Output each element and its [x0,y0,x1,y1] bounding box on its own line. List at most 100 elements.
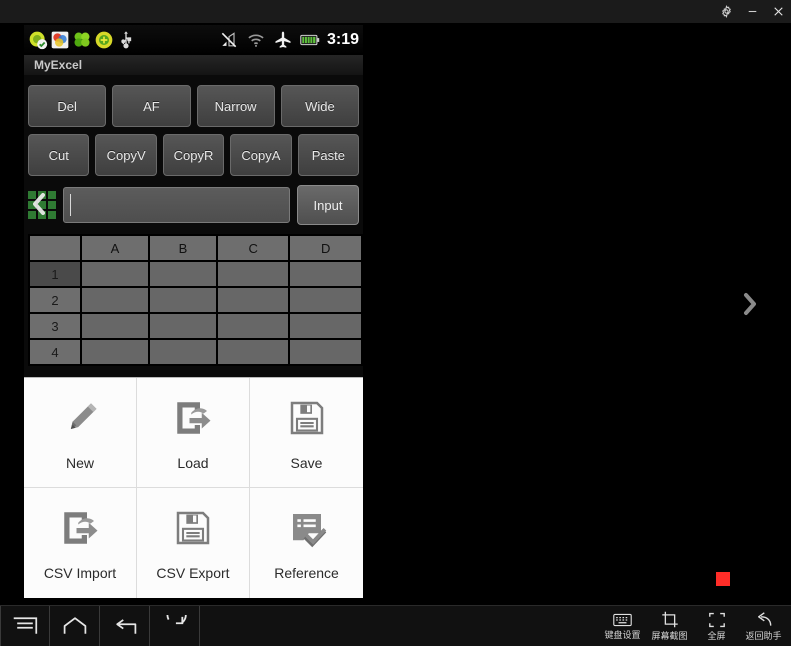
cell-b3[interactable] [147,312,218,340]
recording-indicator [716,572,730,586]
row-header-4[interactable]: 4 [28,338,82,366]
app-sync-icon [29,31,48,50]
cell-d3[interactable] [288,312,363,340]
settings-button[interactable] [713,0,739,23]
screenshot-button[interactable]: 屏幕截图 [646,606,693,646]
usb-icon [121,31,132,49]
cell-c3[interactable] [215,312,291,340]
copya-button[interactable]: CopyA [230,134,292,176]
table-row: 1 [28,260,363,288]
menu-item-label: CSV Import [43,565,117,581]
tool-label: 屏幕截图 [651,631,688,641]
cell-d1[interactable] [288,260,363,288]
toolbar-row-2: Cut CopyV CopyR CopyA Paste [24,134,363,176]
menu-item-csv-import[interactable]: CSV Import [24,488,137,598]
toolbar-row-1: Del AF Narrow Wide [24,85,363,127]
column-header-d[interactable]: D [288,234,363,262]
pencil-icon [58,395,102,441]
menu-item-reference[interactable]: Reference [250,488,363,598]
cell-input-field[interactable] [63,187,290,223]
cell-b1[interactable] [147,260,218,288]
app-body: Del AF Narrow Wide Cut CopyV CopyR CopyA… [24,75,363,598]
back-icon[interactable] [100,605,150,646]
app-title: MyExcel [24,55,363,75]
checklist-icon [286,505,328,551]
navigation-bar: 键盘设置 屏幕截图 全屏 返回助手 [0,605,791,646]
airplane-mode-icon [275,31,291,48]
row-header-1[interactable]: 1 [28,260,82,288]
menu-item-label: New [65,454,94,471]
row-header-2[interactable]: 2 [28,286,82,314]
app-plus-icon [95,31,113,49]
cell-d2[interactable] [288,286,363,314]
narrow-button[interactable]: Narrow [196,85,275,127]
emulator-tools: 键盘设置 屏幕截图 全屏 返回助手 [599,606,787,646]
column-header-a[interactable]: A [80,234,150,262]
cell-a1[interactable] [80,260,150,288]
table-row: 4 [28,338,363,366]
menu-item-label: Save [290,454,323,471]
status-bar: 3:19 [24,25,363,55]
column-header-c[interactable]: C [215,234,291,262]
menu-item-label: CSV Export [156,565,230,581]
tool-label: 全屏 [707,630,726,641]
return-assistant-button[interactable]: 返回助手 [740,606,787,646]
notification-icons [24,30,136,50]
cell-c4[interactable] [215,338,291,366]
device-screen: 3:19 MyExcel Del AF Narrow Wide Cut Copy… [24,25,363,598]
import-icon [59,505,101,551]
del-button[interactable]: Del [28,85,107,127]
cell-a3[interactable] [80,312,150,340]
cell-d4[interactable] [288,338,363,366]
no-signal-icon [221,32,237,48]
tool-label: 键盘设置 [604,629,641,640]
menu-item-save[interactable]: Save [250,378,363,488]
paste-button[interactable]: Paste [297,134,360,176]
row-header-3[interactable]: 3 [28,312,82,340]
sheet-corner[interactable] [28,234,82,262]
copyr-button[interactable]: CopyR [162,134,225,176]
input-button[interactable]: Input [297,185,359,225]
copyv-button[interactable]: CopyV [95,134,157,176]
import-icon [172,395,214,441]
window-title-bar [0,0,791,23]
clover-icon [74,32,90,47]
column-header-b[interactable]: B [147,234,218,262]
system-status-icons: 3:19 [219,25,359,55]
cell-a4[interactable] [80,338,150,366]
formula-bar: Input [24,183,363,227]
cell-c1[interactable] [215,260,291,288]
cell-b4[interactable] [147,338,218,366]
table-row: 3 [28,312,363,340]
column-header-row: A B C D [28,234,363,262]
cut-button[interactable]: Cut [28,134,90,176]
tool-label: 返回助手 [745,630,782,641]
spreadsheet[interactable]: A B C D 1 2 3 4 [28,234,363,366]
minimize-button[interactable] [739,0,765,23]
text-caret [70,194,71,216]
menu-item-load[interactable]: Load [137,378,250,488]
af-button[interactable]: AF [112,85,191,127]
gallery-icon [51,31,69,49]
menu-icon[interactable] [0,605,50,646]
fullscreen-button[interactable]: 全屏 [693,606,740,646]
close-button[interactable] [765,0,791,23]
floppy-disk-icon [173,505,213,551]
cell-b2[interactable] [147,286,218,314]
menu-item-label: Load [177,454,209,471]
home-icon[interactable] [50,605,100,646]
status-clock: 3:19 [326,31,359,48]
emulator-window: 3:19 MyExcel Del AF Narrow Wide Cut Copy… [0,0,791,646]
chevron-left-icon[interactable] [29,190,49,223]
options-menu: New Load Save CSV Import CSV Export Refe… [24,377,363,598]
wide-button[interactable]: Wide [280,85,359,127]
rotate-icon[interactable] [150,605,200,646]
system-nav-buttons [0,605,200,646]
chevron-right-icon[interactable] [740,290,760,323]
menu-item-csv-export[interactable]: CSV Export [137,488,250,598]
cell-a2[interactable] [80,286,150,314]
cell-c2[interactable] [215,286,291,314]
keyboard-settings-button[interactable]: 键盘设置 [599,606,646,646]
wifi-icon [248,34,264,47]
menu-item-new[interactable]: New [24,378,137,488]
